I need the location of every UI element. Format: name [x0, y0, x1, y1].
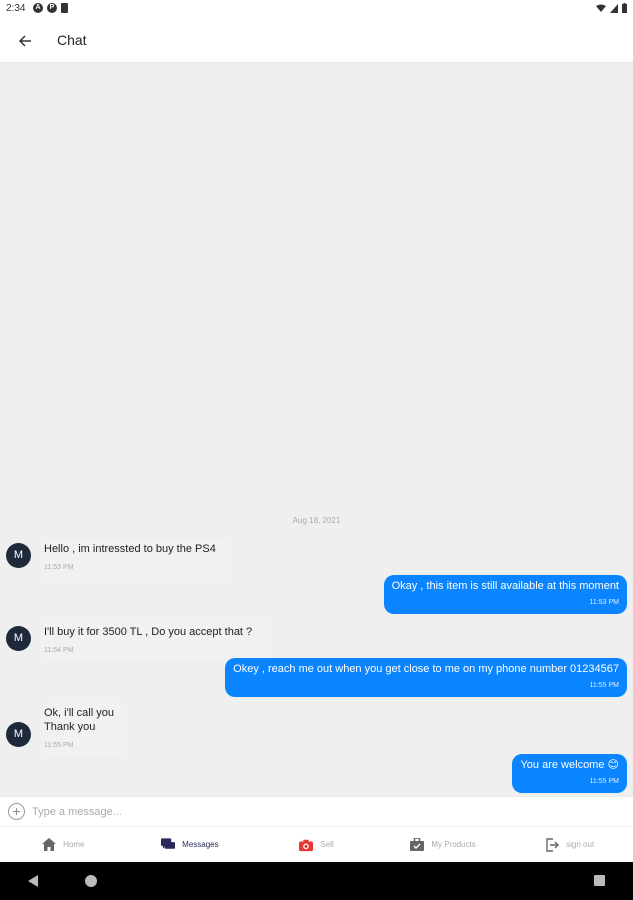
battery-icon: [622, 3, 627, 13]
page-title: Chat: [57, 32, 87, 48]
avatar[interactable]: M: [6, 722, 31, 747]
wifi-icon: [596, 4, 606, 12]
message-time: 11:54 PM: [44, 647, 74, 654]
outgoing-message-bubble: Okay , this item is still available at t…: [383, 575, 627, 614]
nav-item-my-products[interactable]: My Products: [380, 827, 507, 862]
avatar[interactable]: M: [6, 626, 31, 651]
notification-a-icon: A: [33, 3, 43, 13]
clipboard-icon: [61, 3, 68, 13]
message-text: Hello , im intressted to buy the PS4: [44, 543, 216, 555]
message-time: 11:55 PM: [44, 742, 74, 749]
nav-item-sell[interactable]: Sell: [253, 827, 380, 862]
camera-icon: [299, 838, 314, 852]
message-text: You are welcome 😊: [520, 759, 619, 771]
message-time: 11:53 PM: [589, 599, 619, 606]
back-button[interactable]: [12, 28, 38, 54]
message-text-line-1: Ok, i'll call you: [44, 707, 114, 719]
add-attachment-icon[interactable]: +: [8, 803, 25, 820]
arrow-left-icon: [18, 35, 31, 47]
message-time: 11:55 PM: [589, 682, 619, 689]
message-text: Okey , reach me out when you get close t…: [233, 663, 619, 675]
home-icon: [42, 838, 57, 852]
nav-label-sign-out: sign out: [566, 840, 595, 849]
date-separator: Aug 18, 2021: [292, 516, 341, 525]
app-bar: Chat: [0, 18, 633, 63]
status-system-icons: [596, 3, 627, 13]
bottom-navigation: Home Messages Sell My Products sign out: [0, 826, 633, 862]
nav-item-messages[interactable]: Messages: [127, 827, 254, 862]
nav-item-home[interactable]: Home: [0, 827, 127, 862]
message-text-line-2: Thank you: [44, 721, 96, 733]
message-input[interactable]: [32, 802, 592, 822]
system-navigation-bar: [0, 862, 633, 900]
briefcase-icon: [410, 838, 425, 852]
message-text: Okay , this item is still available at t…: [391, 580, 619, 592]
avatar[interactable]: M: [6, 543, 31, 568]
nav-label-messages: Messages: [182, 840, 219, 849]
outgoing-message-bubble: Okey , reach me out when you get close t…: [225, 658, 627, 697]
system-home-icon[interactable]: [85, 875, 97, 887]
status-bar: 2:34 A P: [0, 0, 633, 18]
incoming-message-bubble: I'll buy it for 3500 TL , Do you accept …: [41, 622, 271, 661]
system-back-icon[interactable]: [28, 875, 38, 887]
message-text: I'll buy it for 3500 TL , Do you accept …: [44, 626, 253, 638]
logout-icon: [545, 837, 560, 852]
notification-p-icon: P: [47, 3, 57, 13]
message-composer: +: [0, 796, 633, 826]
system-recents-icon[interactable]: [594, 875, 605, 886]
nav-label-my-products: My Products: [431, 840, 476, 849]
nav-item-sign-out[interactable]: sign out: [506, 827, 633, 862]
message-time: 11:55 PM: [589, 778, 619, 785]
incoming-message-bubble: Ok, i'll call you Thank you 11:55 PM: [41, 703, 126, 756]
messages-icon: [161, 838, 176, 852]
incoming-message-bubble: Hello , im intressted to buy the PS4 11:…: [41, 539, 231, 578]
nav-label-home: Home: [63, 840, 85, 849]
chat-message-list[interactable]: Aug 18, 2021 M Hello , im intressted to …: [0, 64, 633, 796]
status-notification-icons: A P: [33, 3, 68, 13]
outgoing-message-bubble: You are welcome 😊 11:55 PM: [512, 754, 627, 793]
status-time: 2:34: [6, 3, 26, 14]
message-time: 11:53 PM: [44, 564, 74, 571]
signal-icon: [610, 3, 618, 13]
nav-label-sell: Sell: [320, 840, 334, 849]
